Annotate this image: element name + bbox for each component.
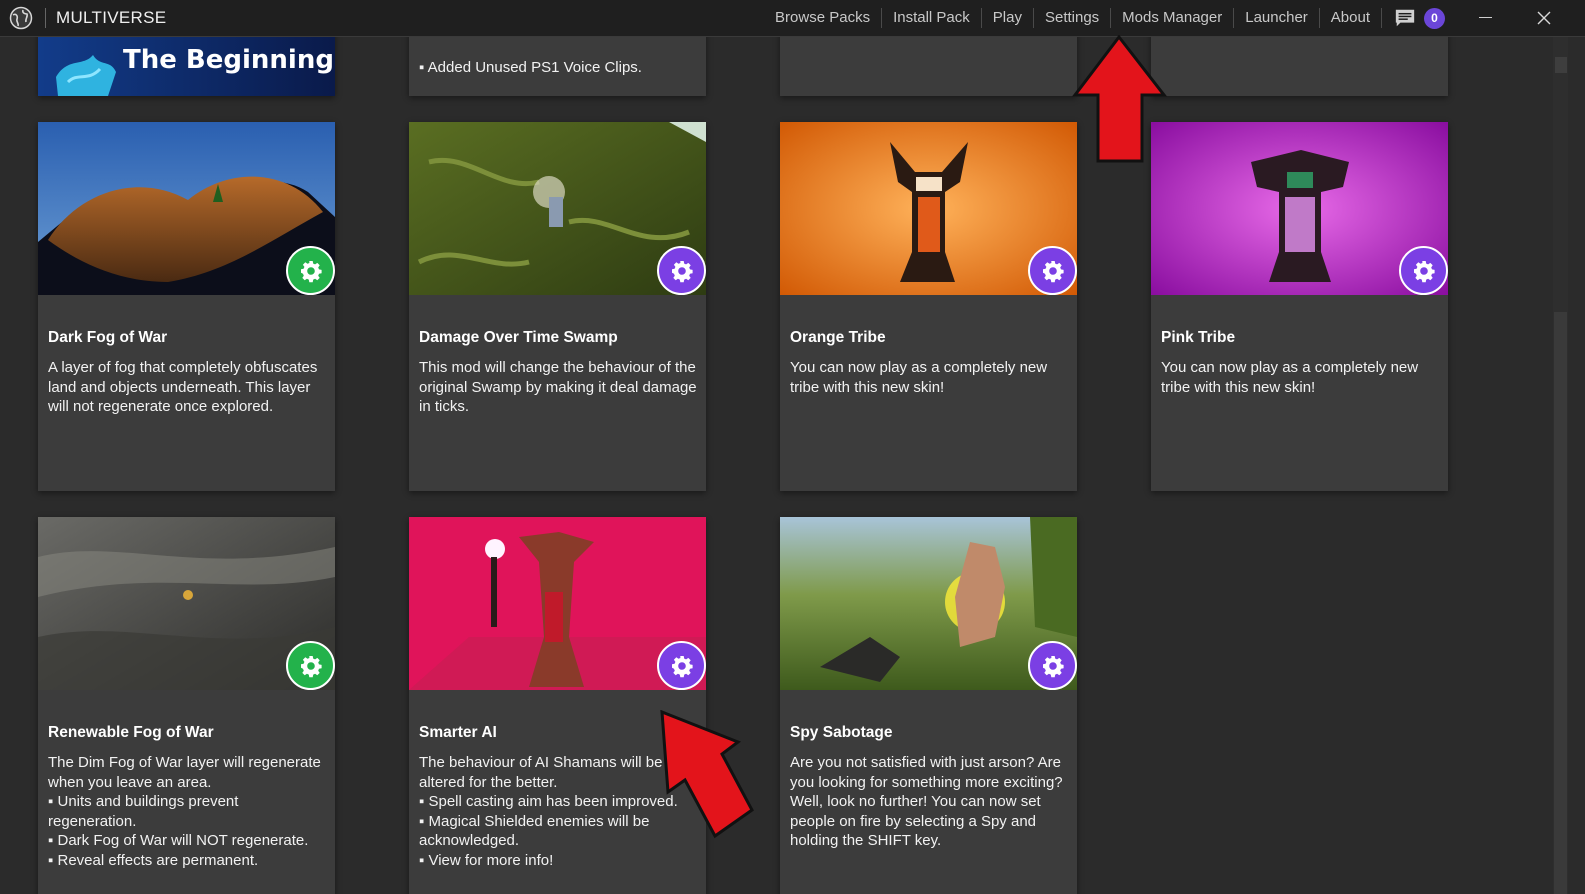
mod-card[interactable]: Renewable Fog of War The Dim Fog of War … [38, 517, 335, 894]
scroll-up-arrow[interactable] [1555, 57, 1567, 73]
mod-description: You can now play as a completely new tri… [1161, 359, 1419, 396]
mod-description: The Dim Fog of War layer will regenerate… [48, 754, 321, 869]
gear-icon [300, 260, 322, 282]
mod-description: You can now play as a completely new tri… [790, 359, 1048, 396]
mod-title: Damage Over Time Swamp [419, 329, 618, 346]
mod-description: A layer of fog that completely obfuscate… [48, 359, 318, 415]
mod-settings-button[interactable] [657, 641, 706, 690]
mod-card-partial-4[interactable] [1151, 37, 1448, 96]
gear-icon [1413, 260, 1435, 282]
mod-description: The behaviour of AI Shamans will be alte… [419, 754, 678, 869]
annotation-arrow-up [1072, 35, 1167, 163]
nav-settings[interactable]: Settings [1032, 8, 1110, 28]
top-nav: Browse Packs Install Pack Play Settings … [764, 0, 1445, 36]
mod-settings-button[interactable] [286, 641, 335, 690]
banner-text: The Beginning [123, 45, 334, 75]
gear-icon [1042, 655, 1064, 677]
mod-description: Are you not satisfied with just arson? A… [790, 754, 1063, 849]
close-icon[interactable] [1535, 9, 1553, 27]
mod-settings-button[interactable] [286, 246, 335, 295]
nav-install-pack[interactable]: Install Pack [881, 8, 981, 28]
mod-card[interactable]: Spy Sabotage Are you not satisfied with … [780, 517, 1077, 894]
mod-title: Dark Fog of War [48, 329, 168, 346]
mod-card[interactable]: Dark Fog of War A layer of fog that comp… [38, 122, 335, 491]
mod-title: Smarter AI [419, 724, 497, 741]
gear-icon [1042, 260, 1064, 282]
notification-badge[interactable]: 0 [1424, 7, 1445, 29]
minimize-button[interactable] [1479, 17, 1492, 18]
mod-settings-button[interactable] [1399, 246, 1448, 295]
mod-card-partial-3[interactable] [780, 37, 1077, 96]
mod-card[interactable]: Pink Tribe You can now play as a complet… [1151, 122, 1448, 491]
mod-title: Renewable Fog of War [48, 724, 214, 741]
app-title: MULTIVERSE [56, 8, 167, 27]
scrollbar-thumb[interactable] [1554, 312, 1567, 894]
mod-settings-button[interactable] [1028, 641, 1077, 690]
title-bar: MULTIVERSE Browse Packs Install Pack Pla… [0, 0, 1585, 37]
mods-grid: The Beginning ▪ Added Unused PS1 Voice C… [0, 37, 1553, 894]
card-note: ▪ Added Unused PS1 Voice Clips. [419, 59, 642, 76]
mod-card-partial-1[interactable]: The Beginning [38, 37, 335, 96]
notifications: 0 [1381, 7, 1445, 29]
mod-card-partial-2[interactable]: ▪ Added Unused PS1 Voice Clips. [409, 37, 706, 96]
mod-title: Spy Sabotage [790, 724, 893, 741]
mod-settings-button[interactable] [657, 246, 706, 295]
mod-card[interactable]: Damage Over Time Swamp This mod will cha… [409, 122, 706, 491]
nav-play[interactable]: Play [980, 8, 1033, 28]
mod-title: Pink Tribe [1161, 329, 1236, 346]
gear-icon [300, 655, 322, 677]
chat-icon[interactable] [1394, 7, 1416, 29]
mod-description: This mod will change the behaviour of th… [419, 359, 697, 415]
nav-mods-manager[interactable]: Mods Manager [1110, 8, 1233, 28]
mod-card[interactable]: Orange Tribe You can now play as a compl… [780, 122, 1077, 491]
nav-launcher[interactable]: Launcher [1233, 8, 1319, 28]
globe-logo-icon [9, 6, 33, 30]
mod-title: Orange Tribe [790, 329, 886, 346]
gear-icon [671, 260, 693, 282]
nav-about[interactable]: About [1318, 8, 1381, 28]
title-divider [45, 8, 46, 28]
annotation-arrow-diagonal [660, 710, 754, 839]
mod-settings-button[interactable] [1028, 246, 1077, 295]
nav-browse-packs[interactable]: Browse Packs [764, 8, 881, 28]
gear-icon [671, 655, 693, 677]
